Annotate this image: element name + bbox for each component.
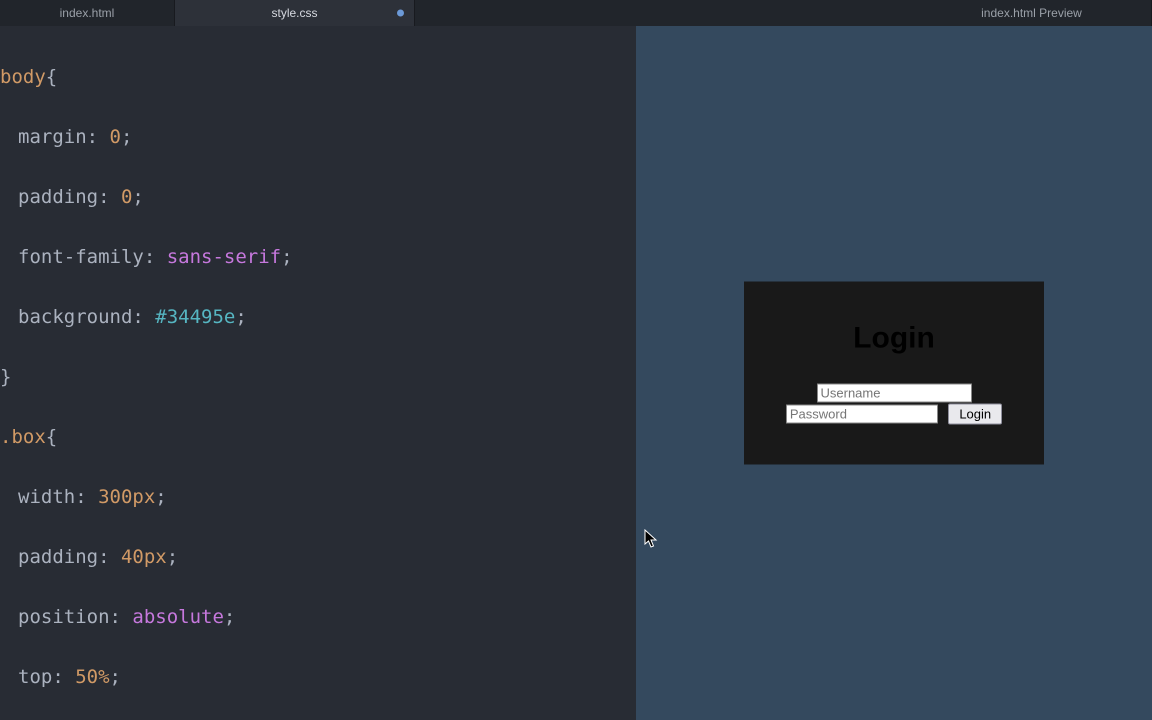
code-token: background: <box>18 306 144 328</box>
code-token: padding: <box>18 546 110 568</box>
code-token: 0 <box>121 186 132 208</box>
code-token: body <box>0 66 46 88</box>
tab-style-css[interactable]: style.css <box>175 0 415 26</box>
login-heading: Login <box>784 322 1004 356</box>
tab-index-html[interactable]: index.html <box>0 0 175 26</box>
code-token: sans-serif <box>167 246 281 268</box>
password-input[interactable] <box>786 405 938 424</box>
code-token: 50% <box>75 666 109 688</box>
code-token: font-family: <box>18 246 155 268</box>
username-input[interactable] <box>817 384 972 403</box>
code-token: top: <box>18 666 64 688</box>
code-token: 300px <box>98 486 155 508</box>
code-token: #34495e <box>155 306 235 328</box>
tab-bar: index.html style.css index.html Preview <box>0 0 1152 26</box>
code-token: width: <box>18 486 87 508</box>
code-token: padding: <box>18 186 110 208</box>
workspace: body{ margin: 0; padding: 0; font-family… <box>0 26 1152 720</box>
code-editor[interactable]: body{ margin: 0; padding: 0; font-family… <box>0 26 636 720</box>
preview-pane: Login <box>636 26 1152 720</box>
login-box: Login <box>744 282 1044 465</box>
unsaved-indicator-icon <box>397 10 404 17</box>
tab-preview[interactable]: index.html Preview <box>912 0 1152 26</box>
code-token: position: <box>18 606 121 628</box>
code-token: 0 <box>110 126 121 148</box>
code-token: absolute <box>132 606 224 628</box>
tab-label: index.html Preview <box>981 6 1082 20</box>
code-token: margin: <box>18 126 98 148</box>
code-token: 40px <box>121 546 167 568</box>
tab-label: index.html <box>60 6 115 20</box>
code-token: .box <box>0 426 46 448</box>
login-button[interactable] <box>948 404 1002 425</box>
tab-label: style.css <box>271 6 317 20</box>
